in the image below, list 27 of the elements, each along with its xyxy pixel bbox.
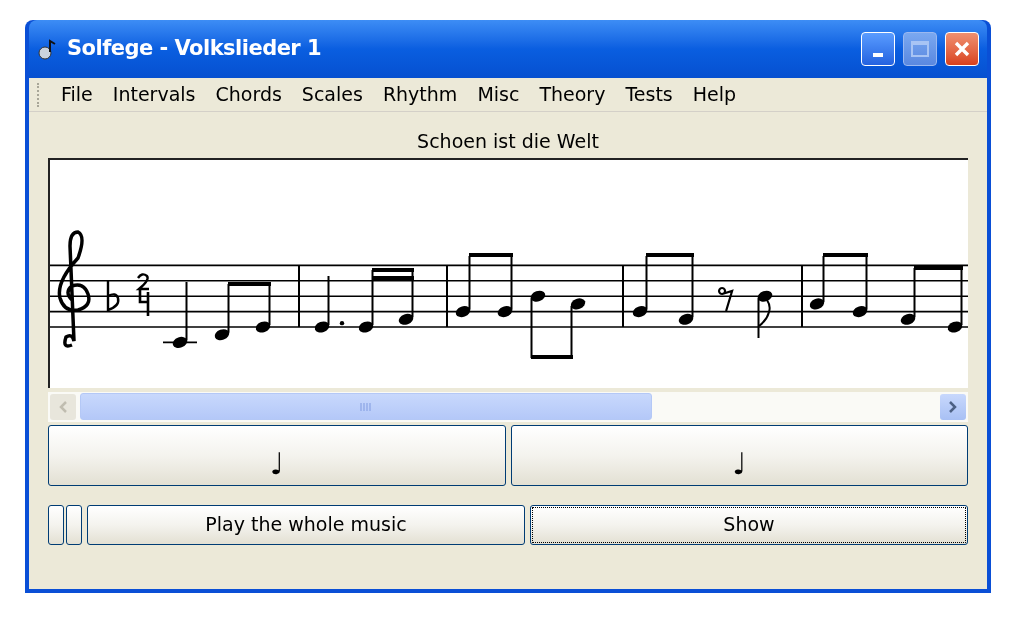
close-button[interactable] bbox=[945, 32, 979, 66]
note-button[interactable]: ♩ bbox=[48, 424, 506, 486]
toolbar-grip bbox=[37, 82, 40, 107]
scroll-thumb[interactable] bbox=[80, 393, 652, 420]
window-title: Solfege - Volkslieder 1 bbox=[67, 35, 322, 63]
note-button[interactable]: ♩ bbox=[510, 424, 968, 486]
menu-item[interactable]: Misc bbox=[468, 80, 529, 109]
menu-item[interactable]: Tests bbox=[616, 80, 682, 109]
menu-item[interactable]: Scales bbox=[292, 80, 372, 109]
scrollbar[interactable] bbox=[48, 391, 968, 422]
handle-button[interactable] bbox=[66, 504, 82, 545]
menu-item[interactable]: Chords bbox=[206, 80, 291, 109]
action-button[interactable]: Show bbox=[530, 504, 968, 545]
grip-icon bbox=[359, 401, 373, 412]
handle-button[interactable] bbox=[48, 504, 64, 545]
menu-item[interactable]: Help bbox=[683, 80, 746, 109]
scroll-right-button[interactable] bbox=[940, 393, 966, 420]
close-icon bbox=[953, 40, 971, 58]
menu-item[interactable]: Theory bbox=[530, 80, 615, 109]
minimize-icon bbox=[873, 53, 883, 57]
minimize-button[interactable] bbox=[861, 32, 895, 66]
action-button[interactable]: Play the whole music bbox=[87, 504, 525, 545]
maximize-icon bbox=[911, 41, 929, 57]
menu-item[interactable]: Intervals bbox=[103, 80, 205, 109]
menu-item[interactable]: File bbox=[52, 80, 102, 109]
menu-item[interactable]: Rhythm bbox=[373, 80, 467, 109]
song-title: Schoen ist die Welt bbox=[417, 129, 599, 154]
